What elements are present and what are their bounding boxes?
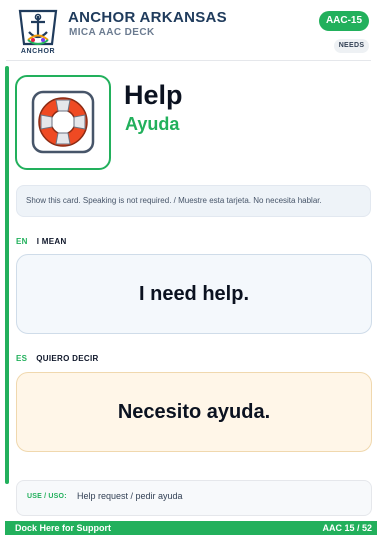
phrase-english[interactable]: I need help. (16, 254, 372, 334)
section-label-en: EN I MEAN (16, 237, 67, 246)
logo-text: ANCHOR (20, 48, 56, 55)
header-divider (6, 60, 371, 61)
word-spanish: Ayuda (125, 114, 180, 134)
section-title-en: I MEAN (36, 237, 67, 246)
anchor-logo: ANCHOR (16, 8, 60, 60)
use-label: USE / USO: (27, 493, 67, 500)
category-badge: NEEDS (334, 39, 369, 53)
brand-title: ANCHOR ARKANSAS (68, 9, 227, 26)
accent-rail (5, 66, 9, 484)
brand-subtitle: MICA AAC DECK (69, 27, 155, 38)
word-english: Help (124, 80, 183, 110)
lang-code-en: EN (16, 237, 28, 246)
lang-code-es: ES (16, 354, 28, 363)
lifebuoy-icon (31, 90, 95, 154)
footer-label: Dock Here for Support (15, 523, 112, 533)
use-box: USE / USO: Help request / pedir ayuda (16, 480, 372, 516)
card-code-badge: AAC-15 (319, 11, 369, 31)
symbol-tile[interactable] (15, 75, 111, 170)
aac-card: ANCHOR ANCHOR ARKANSAS MICA AAC DECK AAC… (0, 0, 377, 538)
section-label-es: ES QUIERO DECIR (16, 354, 99, 363)
phrase-spanish[interactable]: Necesito ayuda. (16, 372, 372, 452)
instruction-note: Show this card. Speaking is not required… (16, 185, 371, 217)
footer-bar: Dock Here for Support AAC 15 / 52 (5, 521, 377, 535)
use-text: Help request / pedir ayuda (77, 491, 183, 501)
card-page-counter: AAC 15 / 52 (322, 523, 372, 533)
section-title-es: QUIERO DECIR (36, 354, 99, 363)
